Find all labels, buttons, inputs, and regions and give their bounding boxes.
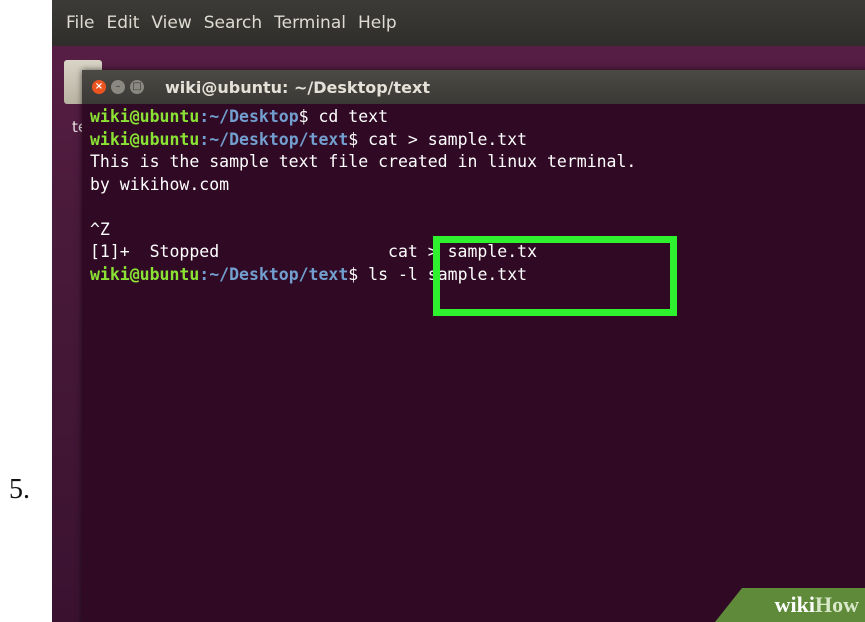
command-text: cd text xyxy=(318,107,389,126)
menu-terminal[interactable]: Terminal xyxy=(274,13,346,33)
command-text: ls -l sample.txt xyxy=(368,264,528,284)
prompt-line: wiki@ubuntu:~/Desktop/text$ ls -l sample… xyxy=(90,264,865,287)
maximize-icon[interactable]: □ xyxy=(130,80,144,94)
menubar: File Edit View Search Terminal Help xyxy=(52,0,865,46)
menu-help[interactable]: Help xyxy=(358,13,397,33)
output-line: ^Z xyxy=(90,219,110,239)
terminal-window[interactable]: × – □ wiki@ubuntu: ~/Desktop/text wiki@u… xyxy=(82,70,865,622)
output-line: [1]+ Stopped cat > sample.tx xyxy=(90,242,538,261)
watermark-how: How xyxy=(815,592,859,617)
prompt-user: wiki@ubuntu xyxy=(90,129,200,149)
prompt-separator: : xyxy=(199,264,210,284)
close-icon[interactable]: × xyxy=(92,80,106,94)
prompt-symbol: $ xyxy=(298,107,319,126)
screenshot-frame: File Edit View Search Terminal Help te ×… xyxy=(52,0,865,622)
watermark-wiki: wiki xyxy=(774,592,815,617)
menu-view[interactable]: View xyxy=(151,13,191,33)
prompt-line: wiki@ubuntu:~/Desktop$ cd text xyxy=(90,106,865,129)
menu-file[interactable]: File xyxy=(66,13,94,33)
minimize-icon[interactable]: – xyxy=(111,80,125,94)
output-line: This is the sample text file created in … xyxy=(90,152,637,171)
prompt-path: ~/Desktop xyxy=(209,107,299,126)
prompt-user: wiki@ubuntu xyxy=(90,107,200,126)
prompt-path: ~/Desktop/text xyxy=(209,129,349,149)
step-number: 5. xyxy=(9,474,30,505)
prompt-symbol: $ xyxy=(348,129,369,149)
menu-search[interactable]: Search xyxy=(204,13,262,33)
prompt-separator: : xyxy=(199,107,210,126)
menu-edit[interactable]: Edit xyxy=(106,13,139,33)
prompt-symbol: $ xyxy=(348,264,369,284)
prompt-line: wiki@ubuntu:~/Desktop/text$ cat > sample… xyxy=(90,129,865,152)
prompt-path: ~/Desktop/text xyxy=(209,264,349,284)
output-line: by wikihow.com xyxy=(90,174,230,194)
terminal-output[interactable]: wiki@ubuntu:~/Desktop$ cd text wiki@ubunt… xyxy=(82,104,865,286)
terminal-title: wiki@ubuntu: ~/Desktop/text xyxy=(165,77,430,97)
command-text: cat > sample.txt xyxy=(368,129,528,149)
prompt-separator: : xyxy=(199,129,210,149)
prompt-user: wiki@ubuntu xyxy=(90,264,200,284)
terminal-titlebar[interactable]: × – □ wiki@ubuntu: ~/Desktop/text xyxy=(82,70,865,104)
